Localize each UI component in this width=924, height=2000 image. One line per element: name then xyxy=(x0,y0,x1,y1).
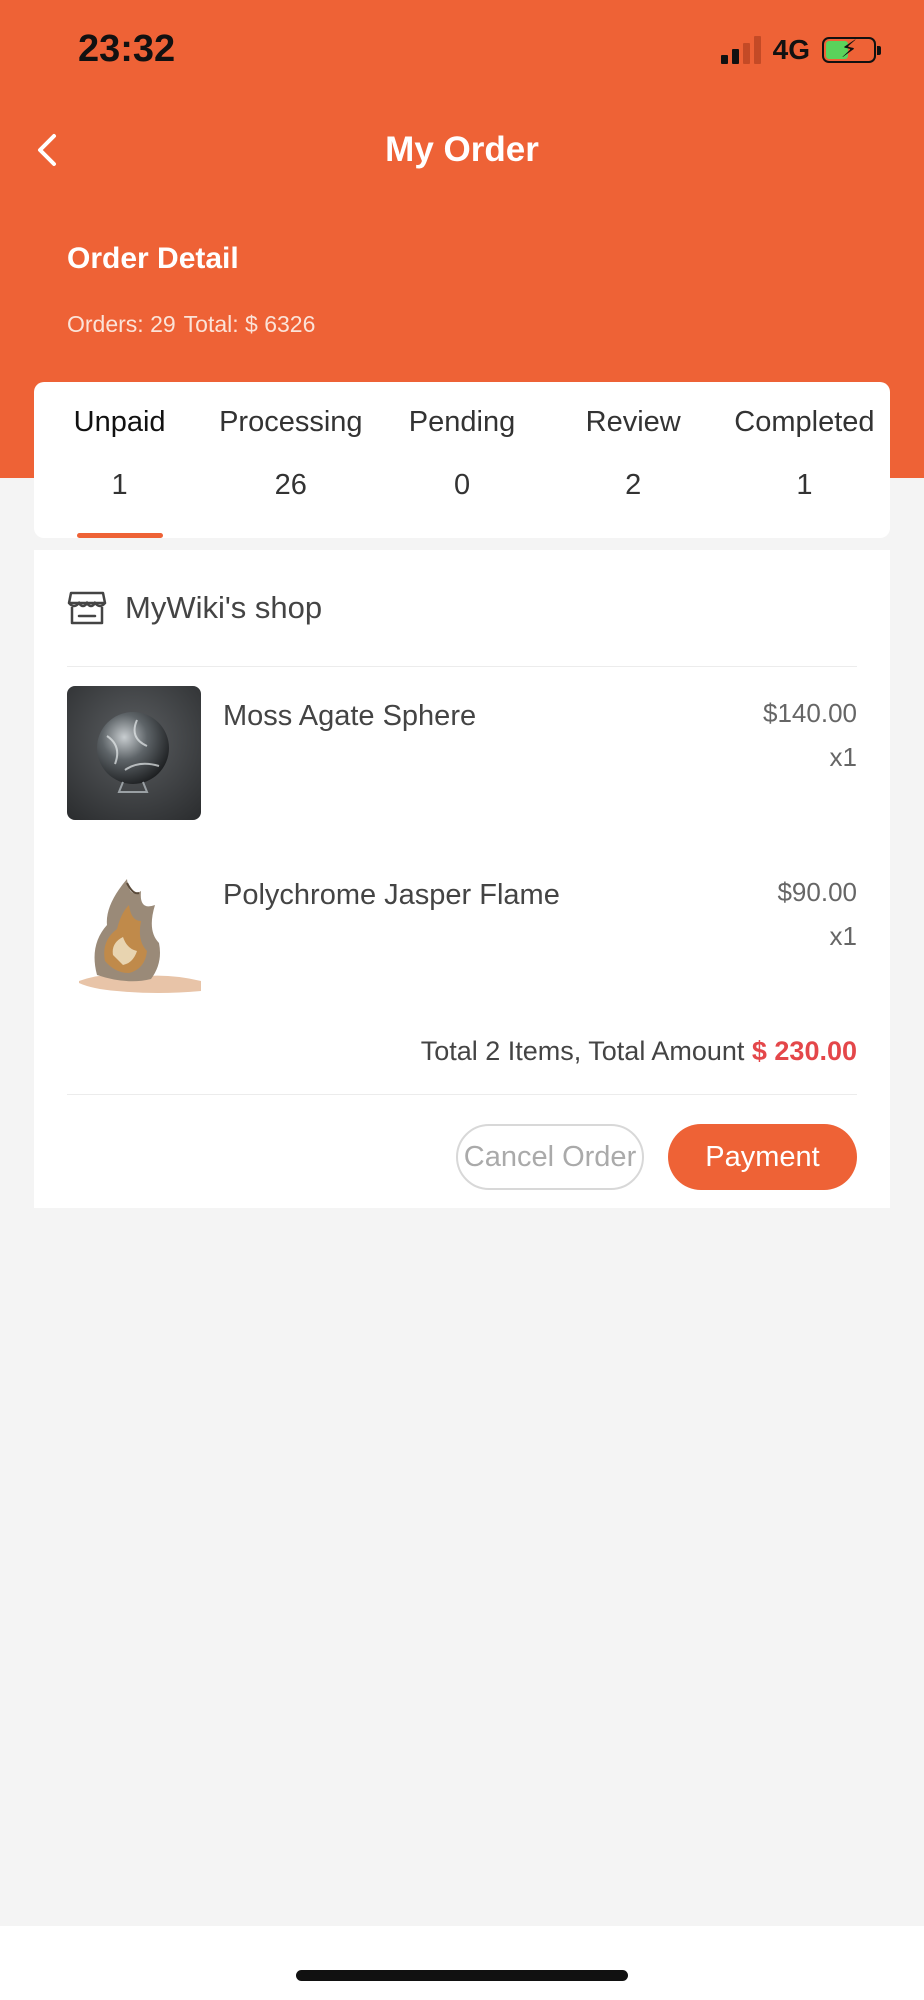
tab-completed[interactable]: Completed 1 xyxy=(719,382,890,538)
product-image-flame xyxy=(67,865,201,999)
tab-count: 1 xyxy=(796,469,813,501)
tab-count: 2 xyxy=(625,469,642,501)
tab-count: 0 xyxy=(453,469,471,501)
tab-label: Completed xyxy=(734,406,875,438)
order-item[interactable]: Moss Agate Sphere $140.00 x1 xyxy=(67,686,857,820)
tab-label: Review xyxy=(585,406,681,438)
tab-pending[interactable]: Pending 0 xyxy=(376,382,547,538)
orders-count: Orders: 29 xyxy=(67,311,176,337)
item-price: $140.00 xyxy=(763,698,857,728)
order-detail-title: Order Detail xyxy=(67,242,239,275)
signal-icon xyxy=(720,36,761,64)
status-tabs: Unpaid 1 Processing 26 Pending 0 Review … xyxy=(34,382,890,538)
status-time: 23:32 xyxy=(78,28,176,70)
network-label: 4G xyxy=(772,34,810,65)
tab-processing[interactable]: Processing 26 xyxy=(205,382,376,538)
divider xyxy=(67,1094,857,1095)
tab-count: 1 xyxy=(111,469,128,501)
tab-count: 26 xyxy=(274,469,307,501)
item-name: Polychrome Jasper Flame xyxy=(223,879,560,911)
item-quantity: x1 xyxy=(829,921,857,951)
store-icon xyxy=(67,591,107,625)
shop-header[interactable]: MyWiki's shop xyxy=(67,576,857,667)
total-amount: $ 230.00 xyxy=(751,1036,857,1066)
order-summary: Orders: 29 Total: $ 6326 xyxy=(67,311,315,338)
tab-unpaid[interactable]: Unpaid 1 xyxy=(34,382,205,538)
order-card[interactable]: MyWiki's shop Moss Agate Sphere $140.00 xyxy=(34,550,890,1208)
home-area xyxy=(0,1926,924,2000)
status-icons: 4G ⚡ xyxy=(720,34,881,66)
order-item[interactable]: Polychrome Jasper Flame $90.00 x1 xyxy=(67,865,857,999)
tab-review[interactable]: Review 2 xyxy=(548,382,719,538)
order-total: Total 2 Items, Total Amount $ 230.00 xyxy=(421,1036,857,1067)
page-title: My Order xyxy=(385,130,539,169)
tab-label: Unpaid xyxy=(73,406,166,438)
item-price: $90.00 xyxy=(777,877,857,907)
active-tab-indicator xyxy=(76,533,163,538)
tab-label: Processing xyxy=(219,406,363,438)
battery-charging-icon: ⚡ xyxy=(822,36,881,63)
shop-name: MyWiki's shop xyxy=(125,590,323,625)
item-quantity: x1 xyxy=(829,742,857,772)
cancel-order-button[interactable]: Cancel Order xyxy=(456,1124,644,1190)
orders-total: Total: $ 6326 xyxy=(183,311,316,337)
product-image-sphere xyxy=(67,686,201,820)
item-name: Moss Agate Sphere xyxy=(223,700,477,732)
total-label: Total 2 Items, Total Amount xyxy=(420,1036,745,1066)
home-indicator[interactable] xyxy=(296,1970,628,1981)
tab-label: Pending xyxy=(408,406,516,438)
payment-button[interactable]: Payment xyxy=(668,1124,857,1190)
